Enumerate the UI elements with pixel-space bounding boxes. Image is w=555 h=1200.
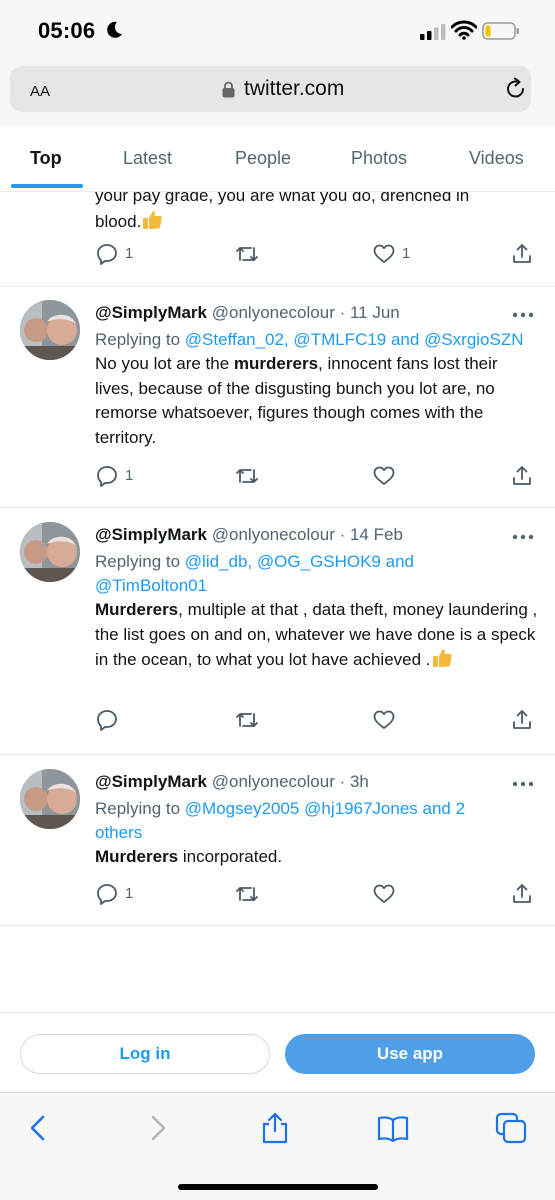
mention-link[interactable]: @TimBolton01	[95, 576, 207, 595]
home-indicator	[178, 1184, 378, 1190]
avatar[interactable]	[20, 769, 80, 829]
mention-link[interactable]: @OG_GSHOK9	[257, 552, 381, 571]
thumbs-up-icon	[143, 210, 162, 229]
thumbs-up-icon	[432, 649, 452, 667]
share-icon	[513, 710, 531, 729]
tweet-body: Murderers incorporated.	[95, 847, 283, 866]
search-highlight: Murderers	[95, 600, 179, 619]
share-icon	[513, 884, 531, 903]
mention-link[interactable]: @hj1967Jones	[304, 799, 418, 818]
tab-top[interactable]: Top	[30, 148, 62, 169]
avatar-photo	[20, 769, 80, 829]
tweet-actions	[0, 708, 555, 732]
heart-icon	[373, 466, 395, 485]
mention-link[interactable]: @lid_db	[185, 552, 248, 571]
tab-videos[interactable]: Videos	[469, 148, 524, 169]
heart-icon	[373, 884, 395, 903]
browser-address-area: AA twitter.com	[0, 62, 555, 126]
replying-to: Replying to @lid_db, @OG_GSHOK9 and @Tim…	[95, 552, 414, 595]
heart-icon	[373, 244, 395, 263]
lock-icon	[222, 81, 235, 98]
display-name[interactable]: @SimplyMark	[95, 525, 207, 544]
mention-link[interactable]: @SxrgioSZN	[424, 330, 523, 349]
tweet-actions: 1	[0, 464, 555, 488]
tweet-body: Murderers, multiple at that , data theft…	[95, 600, 538, 669]
reply-icon	[97, 710, 117, 731]
tweet-date[interactable]: 3h	[350, 772, 369, 791]
login-button[interactable]: Log in	[20, 1034, 270, 1074]
heart-icon	[373, 710, 395, 729]
tweet-header: @SimplyMark @onlyonecolour · 11 Jun	[95, 303, 400, 322]
tabs-icon[interactable]	[494, 1111, 528, 1145]
tweet[interactable]: @SimplyMark @onlyonecolour · 11 Jun Repl…	[0, 287, 555, 508]
address-bar[interactable]: AA twitter.com	[10, 66, 531, 112]
retweet-icon	[236, 713, 258, 727]
tweet-actions: 1 1	[0, 242, 555, 266]
tweet[interactable]: @SimplyMark @onlyonecolour · 14 Feb Repl…	[0, 509, 555, 755]
share-sheet-icon[interactable]	[258, 1111, 292, 1145]
tab-photos[interactable]: Photos	[351, 148, 407, 169]
active-tab-indicator	[11, 184, 83, 188]
user-handle[interactable]: @onlyonecolour	[212, 772, 335, 791]
mention-link[interactable]: @Mogsey2005	[185, 799, 300, 818]
reply-icon	[97, 466, 117, 487]
avatar-photo	[20, 300, 80, 360]
mention-link[interactable]: @TMLFC19	[293, 330, 386, 349]
tweet-date[interactable]: 14 Feb	[350, 525, 403, 544]
tweet-body: your pay grade, you are what you do, dre…	[95, 192, 470, 231]
replying-to: Replying to @Steffan_02, @TMLFC19 and @S…	[95, 330, 524, 349]
tweet-feed[interactable]: your pay grade, you are what you do, dre…	[0, 192, 555, 1012]
battery-icon	[482, 22, 519, 40]
search-highlight: Murderers	[95, 847, 179, 866]
tab-people[interactable]: People	[235, 148, 291, 169]
cellular-signal-icon	[420, 24, 446, 40]
more-options-icon[interactable]	[512, 312, 534, 318]
tweet-date[interactable]: 11 Jun	[350, 303, 400, 322]
moon-icon	[107, 21, 122, 38]
avatar[interactable]	[20, 522, 80, 582]
forward-icon[interactable]	[140, 1111, 174, 1145]
bottom-cta-bar: Log in Use app	[0, 1012, 555, 1092]
back-icon[interactable]	[22, 1111, 56, 1145]
avatar[interactable]	[20, 300, 80, 360]
tweet-header: @SimplyMark @onlyonecolour · 14 Feb	[95, 525, 403, 544]
text-size-button[interactable]: AA	[30, 79, 50, 102]
status-time: 05:06	[38, 18, 96, 43]
tweet-partial[interactable]: your pay grade, you are what you do, dre…	[0, 192, 555, 287]
bookmarks-icon[interactable]	[376, 1111, 410, 1145]
tab-latest[interactable]: Latest	[123, 148, 172, 169]
url-text[interactable]: twitter.com	[244, 77, 344, 101]
tweet-actions: 1	[0, 882, 555, 906]
user-handle[interactable]: @onlyonecolour	[212, 525, 335, 544]
search-tabs: Top Latest People Photos Videos	[0, 126, 555, 192]
share-icon	[513, 466, 531, 485]
avatar-photo	[20, 522, 80, 582]
mention-link[interactable]: @Steffan_02	[185, 330, 284, 349]
use-app-button[interactable]: Use app	[285, 1034, 535, 1074]
display-name[interactable]: @SimplyMark	[95, 772, 207, 791]
search-highlight: murderers	[233, 354, 319, 373]
display-name[interactable]: @SimplyMark	[95, 303, 207, 322]
user-handle[interactable]: @onlyonecolour	[212, 303, 335, 322]
tweet-body: No you lot are the murderers, innocent f…	[95, 354, 498, 447]
tweet[interactable]: @SimplyMark @onlyonecolour · 3h Replying…	[0, 756, 555, 926]
status-bar: 05:06	[0, 0, 555, 62]
more-options-icon[interactable]	[512, 781, 534, 787]
wifi-icon	[451, 20, 477, 40]
reload-icon[interactable]	[504, 77, 528, 101]
reply-icon	[97, 244, 117, 265]
reply-icon	[97, 884, 117, 905]
replying-to: Replying to @Mogsey2005 @hj1967Jones and…	[95, 799, 466, 842]
tweet-header: @SimplyMark @onlyonecolour · 3h	[95, 772, 369, 791]
share-icon	[513, 244, 531, 263]
retweet-icon	[236, 887, 258, 901]
retweet-icon	[236, 469, 258, 483]
retweet-icon	[236, 247, 258, 261]
more-options-icon[interactable]	[512, 534, 534, 540]
